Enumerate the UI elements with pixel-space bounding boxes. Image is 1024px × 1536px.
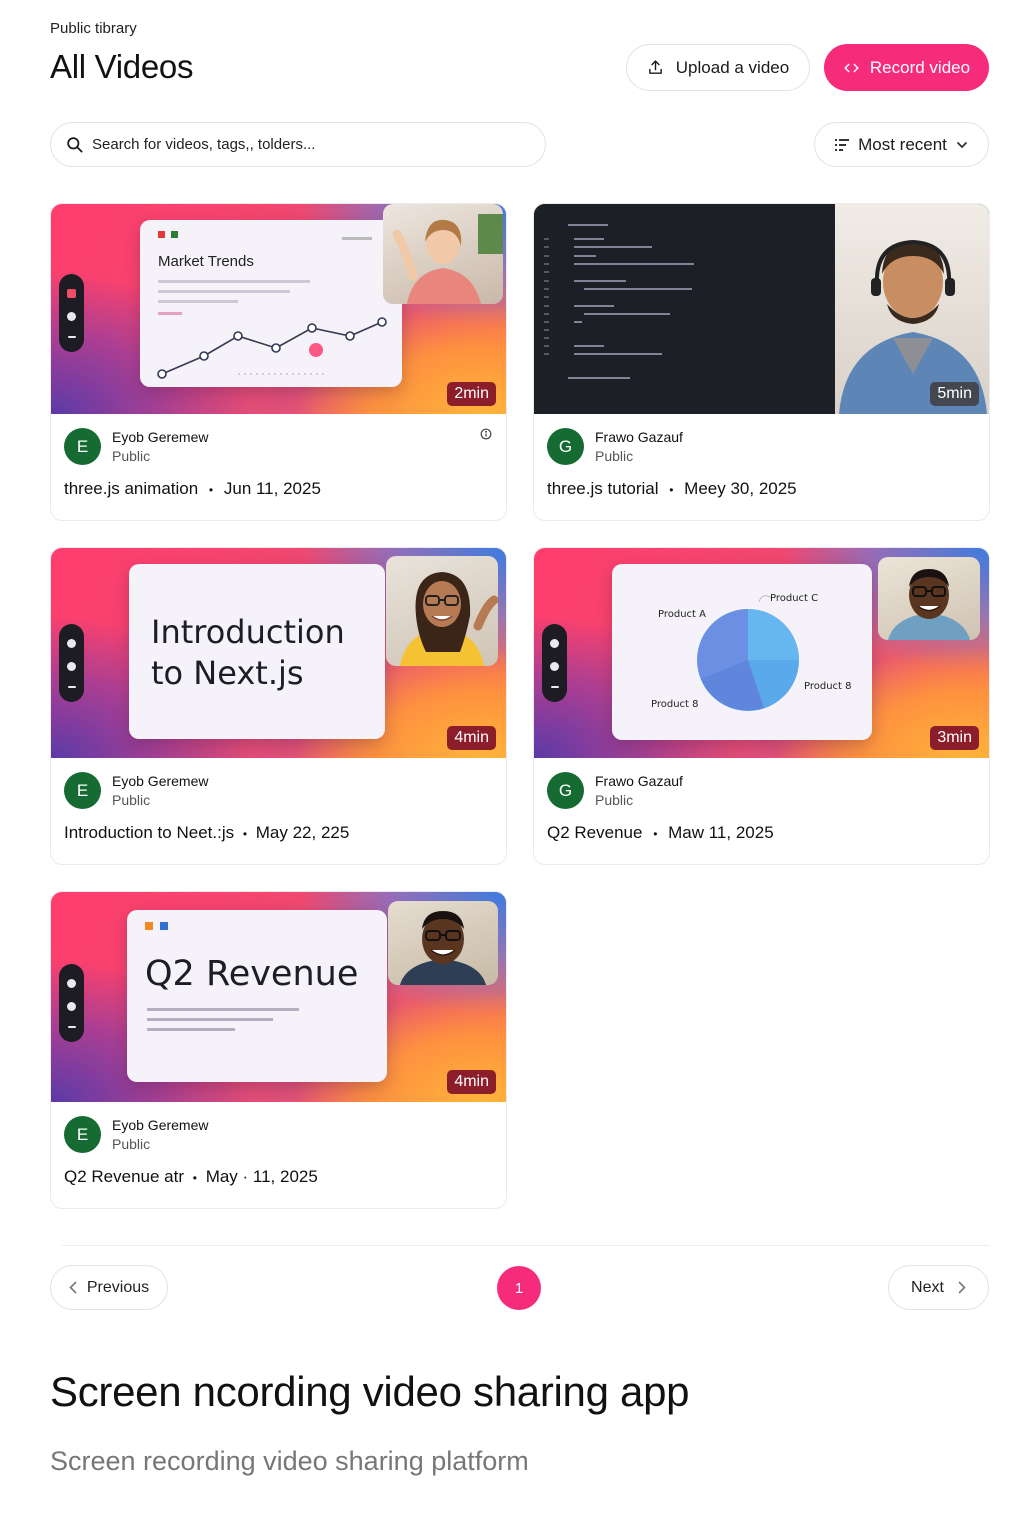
breadcrumb-library: Public tibrary — [50, 20, 137, 37]
next-page-button[interactable]: Next — [888, 1265, 989, 1310]
info-icon[interactable] — [480, 428, 492, 440]
visibility-label: Public — [112, 448, 151, 464]
separator: • — [242, 827, 248, 841]
pie-label: Product 8 — [651, 699, 699, 710]
avatar: E — [64, 772, 101, 809]
video-title-row[interactable]: Q2 Revenue • Maw 11, 2025 — [547, 823, 977, 843]
previous-label: Previous — [86, 1278, 150, 1296]
webcam-overlay — [386, 556, 498, 666]
next-label: Next — [911, 1278, 944, 1296]
recorder-controls — [59, 624, 84, 702]
author-name: Eyob Geremew — [112, 1117, 209, 1133]
visibility-label: Public — [112, 1136, 151, 1152]
record-icon — [844, 63, 859, 72]
webcam-overlay — [383, 204, 503, 304]
separator: • — [192, 1171, 197, 1185]
slide-preview: Q2 Revenue — [127, 910, 387, 1082]
divider — [62, 1245, 990, 1246]
pie-label: Product C — [770, 593, 818, 604]
visibility-label: Public — [595, 792, 634, 808]
video-title-row[interactable]: Q2 Revenue atr • May · 11, 2025 — [64, 1167, 494, 1187]
video-thumbnail[interactable]: Product A Product C Product 8 Product 8 … — [534, 548, 989, 758]
footer-subtitle: Screen recording video sharing platform — [50, 1446, 529, 1476]
recorder-controls — [59, 274, 84, 352]
video-title-row[interactable]: three.js animation • Jun 11, 2025 — [64, 479, 494, 499]
separator: • — [653, 827, 658, 841]
upload-video-label: Upload a video — [675, 57, 790, 77]
avatar: E — [64, 1116, 101, 1153]
author-name: Eyob Geremew — [112, 429, 209, 445]
duration-badge: 4min — [447, 726, 496, 750]
author-name: Frawo Gazauf — [595, 429, 683, 445]
visibility-label: Public — [595, 448, 634, 464]
video-title-row[interactable]: Introduction to Neet.:js • May 22, 225 — [64, 823, 494, 843]
video-card[interactable]: Q2 Revenue 4min E Eyob Geremew Public Q2… — [50, 891, 507, 1209]
code-editor-graphic — [534, 204, 834, 414]
video-title: three.js animation — [64, 479, 199, 498]
video-title-row[interactable]: three.js tutorial • Meey 30, 2025 — [547, 479, 977, 499]
video-thumbnail[interactable]: Q2 Revenue 4min — [51, 892, 506, 1102]
record-video-label: Record video — [869, 57, 971, 77]
author-name: Frawo Gazauf — [595, 773, 683, 789]
duration-badge: 2min — [447, 382, 496, 406]
webcam-overlay — [388, 901, 498, 985]
slide-preview: Product A Product C Product 8 Product 8 — [612, 564, 872, 740]
slide-preview: Market Trends — [140, 220, 402, 387]
author-name: Eyob Geremew — [112, 773, 209, 789]
avatar: G — [547, 428, 584, 465]
duration-badge: 3min — [930, 726, 979, 750]
video-title: three.js tutorial — [547, 479, 659, 498]
video-card[interactable]: Introduction to Next.js 4min E Eyob Gere… — [50, 547, 507, 865]
chevron-left-icon — [69, 1281, 77, 1294]
video-thumbnail[interactable]: Introduction to Next.js 4min — [51, 548, 506, 758]
video-title: Introduction to Neet.:js — [64, 823, 235, 842]
page-number-current[interactable]: 1 — [497, 1266, 541, 1310]
footer-title: Screen ncording video sharing app — [50, 1368, 690, 1415]
slide-title: Market Trends — [158, 253, 254, 270]
pie-label: Product 8 — [804, 681, 852, 692]
recorder-controls — [59, 964, 84, 1042]
video-thumbnail[interactable]: 5min — [534, 204, 989, 414]
video-date: May 22, 225 — [255, 823, 350, 842]
video-date: Jun 11, 2025 — [223, 479, 321, 498]
page-title: All Videos — [50, 48, 194, 85]
video-title: Q2 Revenue — [547, 823, 643, 842]
previous-page-button[interactable]: Previous — [50, 1265, 168, 1310]
video-date: Maw 11, 2025 — [668, 823, 774, 842]
separator: • — [208, 483, 214, 497]
visibility-label: Public — [112, 792, 151, 808]
upload-video-button[interactable]: Upload a video — [626, 44, 810, 91]
upload-icon — [648, 60, 662, 74]
video-card[interactable]: Product A Product C Product 8 Product 8 … — [533, 547, 990, 865]
recorder-controls — [542, 624, 567, 702]
avatar: E — [64, 428, 101, 465]
sort-icon — [835, 138, 850, 151]
pie-label: Product A — [658, 609, 706, 620]
search-input[interactable] — [92, 136, 522, 153]
video-thumbnail[interactable]: Market Trends 2min — [51, 204, 506, 414]
video-card[interactable]: 5min G Frawo Gazauf Public three.js tuto… — [533, 203, 990, 521]
chevron-right-icon — [958, 1281, 966, 1294]
video-card[interactable]: Market Trends 2min E Eyob Geremew Public… — [50, 203, 507, 521]
line-chart-graphic — [157, 317, 387, 379]
slide-title: Introduction to Next.js — [151, 613, 345, 692]
video-date: May · 11, 2025 — [205, 1167, 318, 1186]
video-date: Meey 30, 2025 — [684, 479, 797, 498]
separator: • — [669, 483, 674, 497]
video-title: Q2 Revenue atr — [64, 1167, 185, 1186]
webcam-overlay — [878, 557, 980, 640]
pie-chart-graphic: Product A Product C Product 8 Product 8 — [651, 593, 852, 711]
sort-dropdown[interactable]: Most recent — [814, 122, 989, 167]
search-icon — [67, 137, 83, 153]
slide-title: Q2 Revenue — [145, 954, 359, 994]
sort-label: Most recent — [858, 134, 947, 154]
duration-badge: 4min — [447, 1070, 496, 1094]
search-bar[interactable] — [50, 122, 546, 167]
chevron-down-icon — [957, 141, 967, 148]
duration-badge: 5min — [930, 382, 979, 406]
slide-preview: Introduction to Next.js — [129, 564, 385, 739]
avatar: G — [547, 772, 584, 809]
record-video-button[interactable]: Record video — [824, 44, 989, 91]
